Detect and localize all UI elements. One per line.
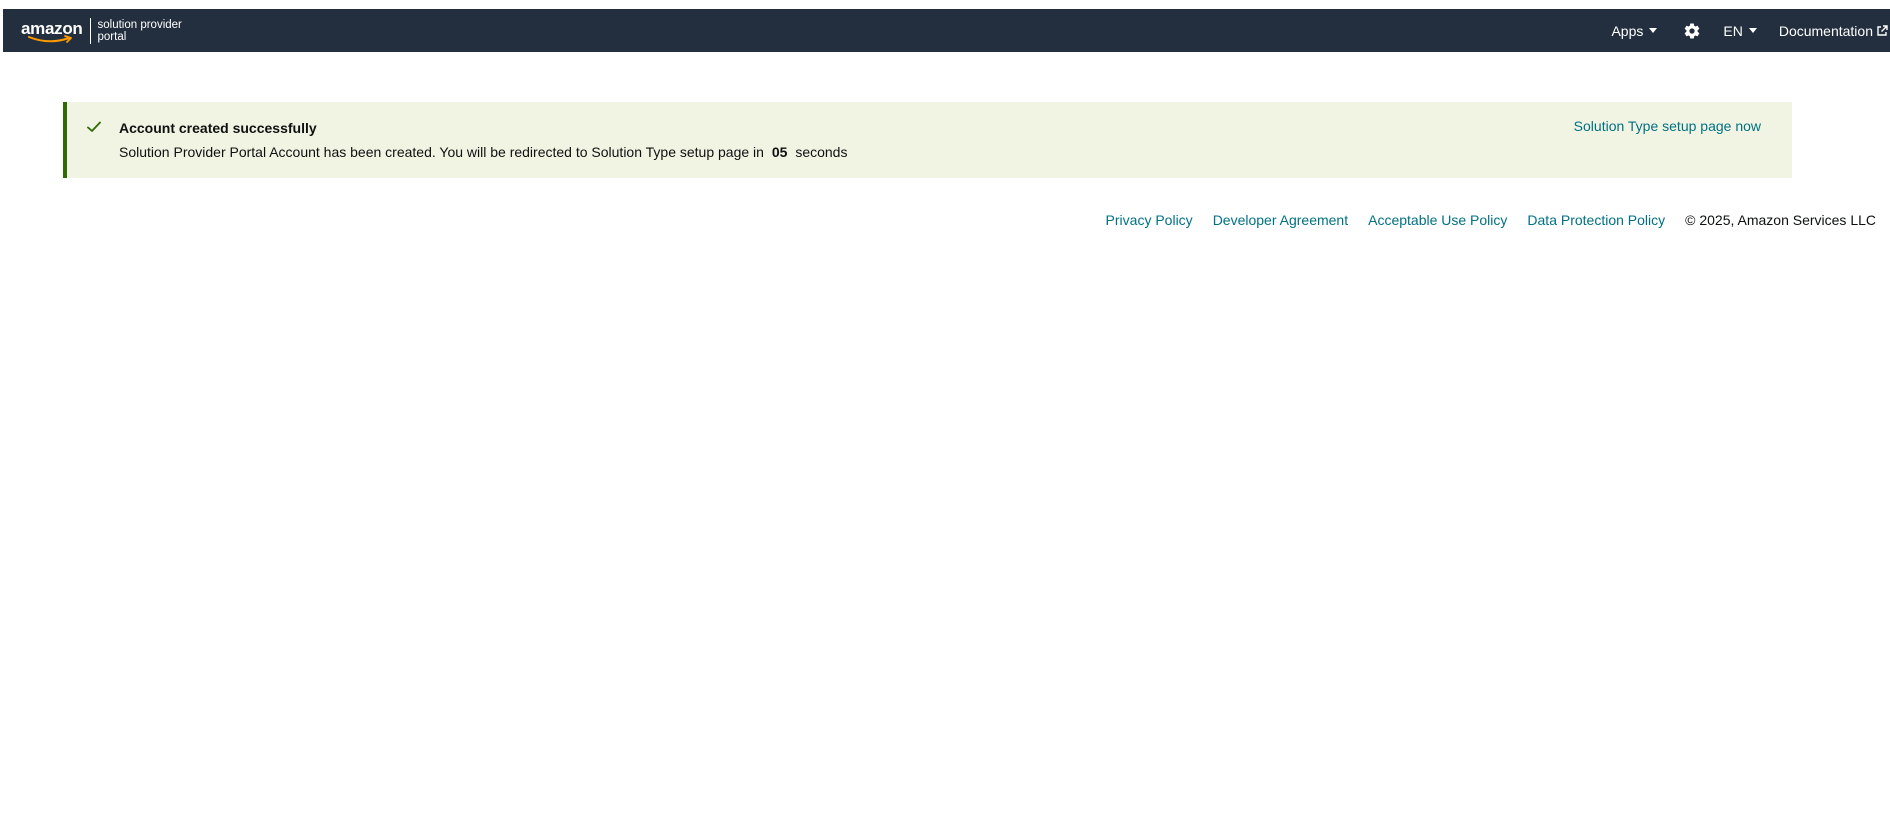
language-selector[interactable]: EN (1723, 22, 1757, 39)
language-label: EN (1723, 22, 1743, 39)
footer: Privacy Policy Developer Agreement Accep… (1106, 212, 1876, 228)
alert-message-suffix: seconds (795, 144, 848, 160)
documentation-label: Documentation (1778, 22, 1873, 39)
top-navigation-bar: amazon solution provider portal Apps EN … (3, 9, 1890, 52)
apps-menu-label: Apps (1611, 22, 1644, 39)
amazon-smile-icon (28, 34, 72, 43)
documentation-link[interactable]: Documentation (1779, 23, 1888, 39)
brand-subtitle-line1: solution provider (97, 18, 182, 31)
copyright-text: © 2025, Amazon Services LLC (1685, 212, 1876, 228)
gear-icon (1685, 22, 1700, 38)
redirect-countdown: 05 (771, 144, 788, 160)
external-link-icon (1877, 24, 1888, 36)
solution-type-setup-link[interactable]: Solution Type setup page now (1574, 118, 1761, 134)
privacy-policy-link[interactable]: Privacy Policy (1106, 212, 1193, 228)
success-alert: Account created successfully Solution Pr… (63, 102, 1792, 178)
alert-title: Account created successfully (119, 120, 317, 136)
chevron-down-icon (1649, 28, 1658, 33)
alert-message-text: Solution Provider Portal Account has bee… (119, 144, 764, 160)
brand-subtitle: solution provider portal (98, 19, 194, 43)
settings-button[interactable] (1683, 22, 1701, 40)
header-nav: Apps EN Documentation (1611, 9, 1890, 52)
apps-menu-button[interactable]: Apps (1611, 22, 1658, 39)
alert-message: Solution Provider Portal Account has bee… (119, 144, 847, 160)
page: amazon solution provider portal Apps EN … (0, 0, 1890, 827)
brand-logo[interactable]: amazon solution provider portal (21, 9, 194, 52)
developer-agreement-link[interactable]: Developer Agreement (1213, 212, 1348, 228)
acceptable-use-policy-link[interactable]: Acceptable Use Policy (1368, 212, 1507, 228)
amazon-wordmark: amazon (21, 19, 83, 43)
data-protection-policy-link[interactable]: Data Protection Policy (1527, 212, 1665, 228)
chevron-down-icon (1748, 28, 1757, 33)
brand-subtitle-line2: portal (97, 30, 127, 43)
brand-divider (89, 17, 91, 44)
check-icon (87, 121, 101, 132)
